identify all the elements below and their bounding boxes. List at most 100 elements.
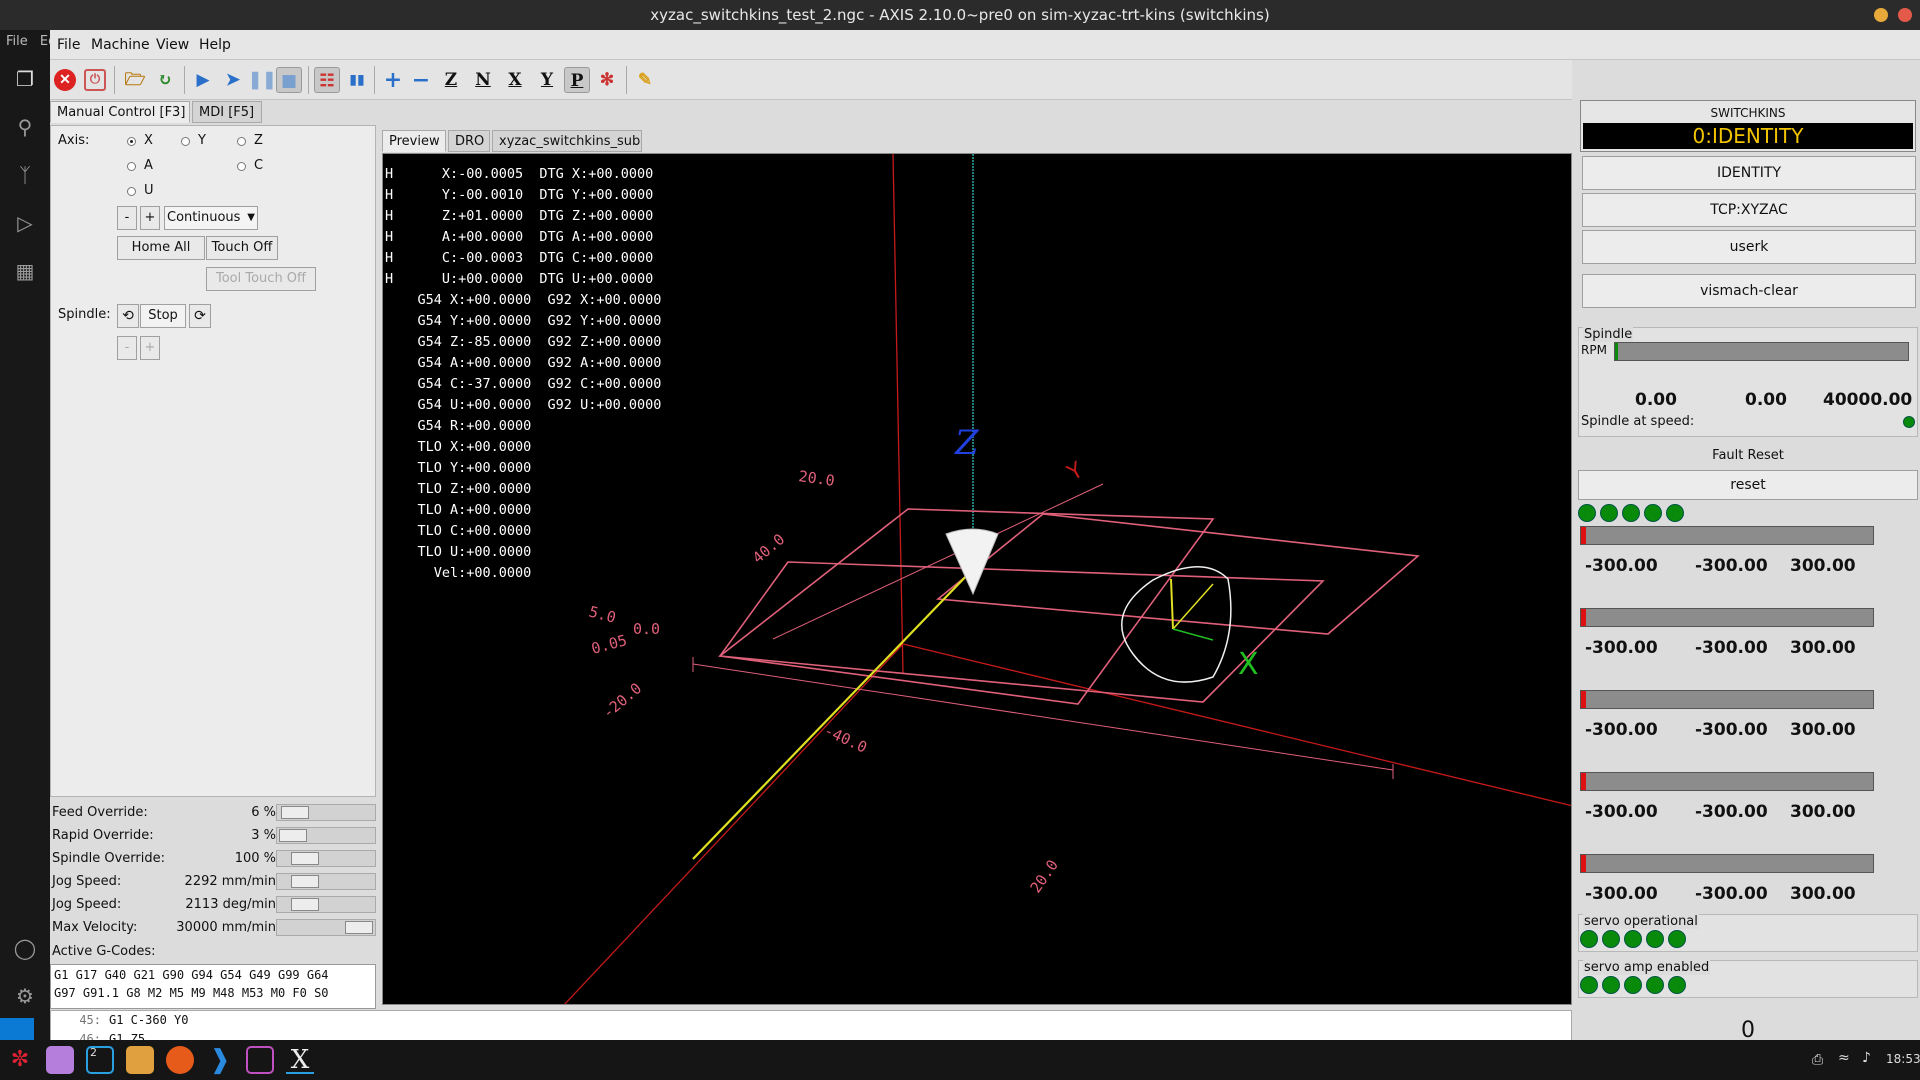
power-icon[interactable]: ⏻: [84, 69, 106, 91]
tcp-xyzac-button[interactable]: TCP:XYZAC: [1582, 193, 1916, 227]
clear-plot-icon[interactable]: ✎: [632, 67, 658, 93]
spindle-slower-button[interactable]: -: [117, 336, 137, 360]
spindle-faster-button[interactable]: +: [140, 336, 160, 360]
axis-y-label[interactable]: Y: [198, 133, 206, 148]
jog-minus-button[interactable]: -: [117, 206, 137, 230]
debian-icon[interactable]: ✼: [6, 1046, 34, 1074]
spindle-stop-button[interactable]: Stop: [140, 304, 186, 328]
active-gcodes-box[interactable]: G1 G17 G40 G21 G90 G94 G54 G49 G99 G64 G…: [50, 964, 376, 1009]
axis-x-icon[interactable]: X: [286, 1046, 314, 1074]
workspace-badge: 2: [90, 1046, 97, 1059]
gear-icon[interactable]: ⚙: [12, 983, 38, 1009]
open-icon[interactable]: 🗁: [122, 67, 148, 93]
axis-c-label[interactable]: C: [254, 158, 263, 173]
menu-machine[interactable]: Machine: [91, 37, 150, 53]
work-axis-z: [1170, 578, 1174, 630]
remote-icon[interactable]: [0, 1018, 34, 1040]
servo-amp-led: [1646, 976, 1664, 994]
view-x-icon[interactable]: X: [502, 67, 528, 93]
zoom-in-icon[interactable]: +: [380, 67, 406, 93]
explorer-icon[interactable]: ❐: [12, 66, 38, 92]
home-all-button[interactable]: Home All: [117, 236, 205, 260]
account-icon[interactable]: ◯: [12, 935, 38, 961]
jog-mode-select[interactable]: Continuous ▼: [164, 206, 258, 230]
axis-u-radio[interactable]: [127, 187, 136, 196]
axis-z-radio[interactable]: [237, 137, 246, 146]
workspace-icon[interactable]: 2: [86, 1046, 114, 1074]
vscode-icon[interactable]: ❱: [206, 1046, 234, 1074]
extensions-icon[interactable]: ▦: [12, 258, 38, 284]
spindle-override-knob[interactable]: [290, 852, 319, 865]
pause-icon[interactable]: ❚❚: [248, 67, 277, 93]
volume-icon[interactable]: ♪: [1862, 1050, 1871, 1066]
host-menu-file[interactable]: File: [6, 34, 28, 49]
axis-a-radio[interactable]: [127, 162, 136, 171]
axis-x-label[interactable]: X: [144, 133, 153, 148]
tab-mdi[interactable]: MDI [F5]: [192, 101, 262, 123]
block-delete-icon[interactable]: ☷: [314, 67, 340, 93]
stop-icon[interactable]: ■: [276, 67, 302, 93]
estop-icon[interactable]: ✕: [54, 69, 76, 91]
joint-bar-2: [1580, 608, 1874, 627]
menu-help[interactable]: Help: [199, 37, 231, 53]
zoom-out-icon[interactable]: −: [408, 67, 434, 93]
max-velocity-slider[interactable]: [276, 919, 376, 936]
run-icon[interactable]: ▶: [190, 67, 216, 93]
spindle-ccw-icon[interactable]: ⟲: [117, 304, 139, 328]
files-icon[interactable]: [46, 1046, 74, 1074]
axis-x-radio[interactable]: [127, 137, 136, 146]
tool-touch-off-button[interactable]: Tool Touch Off: [206, 267, 316, 291]
minimize-icon[interactable]: [1874, 8, 1888, 22]
jog-speed-angular-knob[interactable]: [290, 898, 319, 911]
tab-xyzac-switchkins-sub[interactable]: xyzac_switchkins_sub: [492, 130, 642, 152]
jog-speed-linear-slider[interactable]: [276, 873, 376, 890]
rapid-override-slider[interactable]: [276, 827, 376, 844]
feed-override-knob[interactable]: [281, 806, 310, 819]
view-z-icon[interactable]: Z: [438, 67, 464, 93]
axis-c-radio[interactable]: [237, 162, 246, 171]
identity-button[interactable]: IDENTITY: [1582, 156, 1916, 190]
folder-icon[interactable]: [126, 1046, 154, 1074]
view-z2-icon[interactable]: N: [470, 67, 496, 93]
jog-speed-angular-slider[interactable]: [276, 896, 376, 913]
menu-file[interactable]: File: [57, 37, 80, 53]
axis-a-label[interactable]: A: [144, 158, 153, 173]
jog-speed-linear-knob[interactable]: [290, 875, 319, 888]
wifi-icon[interactable]: ≈: [1838, 1050, 1850, 1066]
axis-u-label[interactable]: U: [144, 183, 154, 198]
optional-stop-icon[interactable]: ▮▮: [344, 67, 370, 93]
tab-dro[interactable]: DRO: [448, 130, 490, 152]
program-line[interactable]: 45: G1 C-360 Y0: [51, 1011, 1571, 1030]
reset-button[interactable]: reset: [1578, 470, 1918, 500]
view-y-icon[interactable]: Y: [534, 67, 560, 93]
tab-manual-control[interactable]: Manual Control [F3]: [50, 101, 190, 123]
rotate-icon[interactable]: ✻: [594, 67, 620, 93]
axis-y-radio[interactable]: [181, 137, 190, 146]
terminal-icon[interactable]: [246, 1046, 274, 1074]
view-p-icon[interactable]: P: [564, 67, 590, 93]
spindle-override-slider[interactable]: [276, 850, 376, 867]
rapid-override-knob[interactable]: [279, 829, 308, 842]
close-icon[interactable]: [1898, 8, 1912, 22]
menu-view[interactable]: View: [156, 37, 189, 53]
axis-z-label[interactable]: Z: [254, 133, 263, 148]
source-control-icon[interactable]: ᛉ: [12, 162, 38, 188]
jog-plus-button[interactable]: +: [140, 206, 160, 230]
max-velocity-knob[interactable]: [345, 921, 373, 934]
preview-canvas[interactable]: 20.0 40.0 5.0 0.0 0.05 -20.0 -40.0 20.0 …: [382, 153, 1572, 1005]
touch-off-button[interactable]: Touch Off: [206, 236, 278, 260]
joint-bar-3-max: 300.00: [1790, 720, 1856, 740]
search-icon[interactable]: ⚲: [12, 114, 38, 140]
userk-button[interactable]: userk: [1582, 230, 1916, 264]
vismach-clear-button[interactable]: vismach-clear: [1582, 274, 1916, 308]
run-debug-icon[interactable]: ▷: [12, 210, 38, 236]
spindle-cw-icon[interactable]: ⟳: [189, 304, 211, 328]
feed-override-slider[interactable]: [276, 804, 376, 821]
printer-icon[interactable]: ⎙: [1812, 1052, 1823, 1068]
tab-preview[interactable]: Preview: [382, 130, 446, 152]
dro-line: H C:-00.0003 DTG C:+00.0000: [385, 250, 654, 266]
firefox-icon[interactable]: [166, 1046, 194, 1074]
line-number: 45:: [79, 1013, 101, 1027]
step-icon[interactable]: ➤: [220, 67, 246, 93]
reload-icon[interactable]: ↻: [152, 67, 178, 93]
